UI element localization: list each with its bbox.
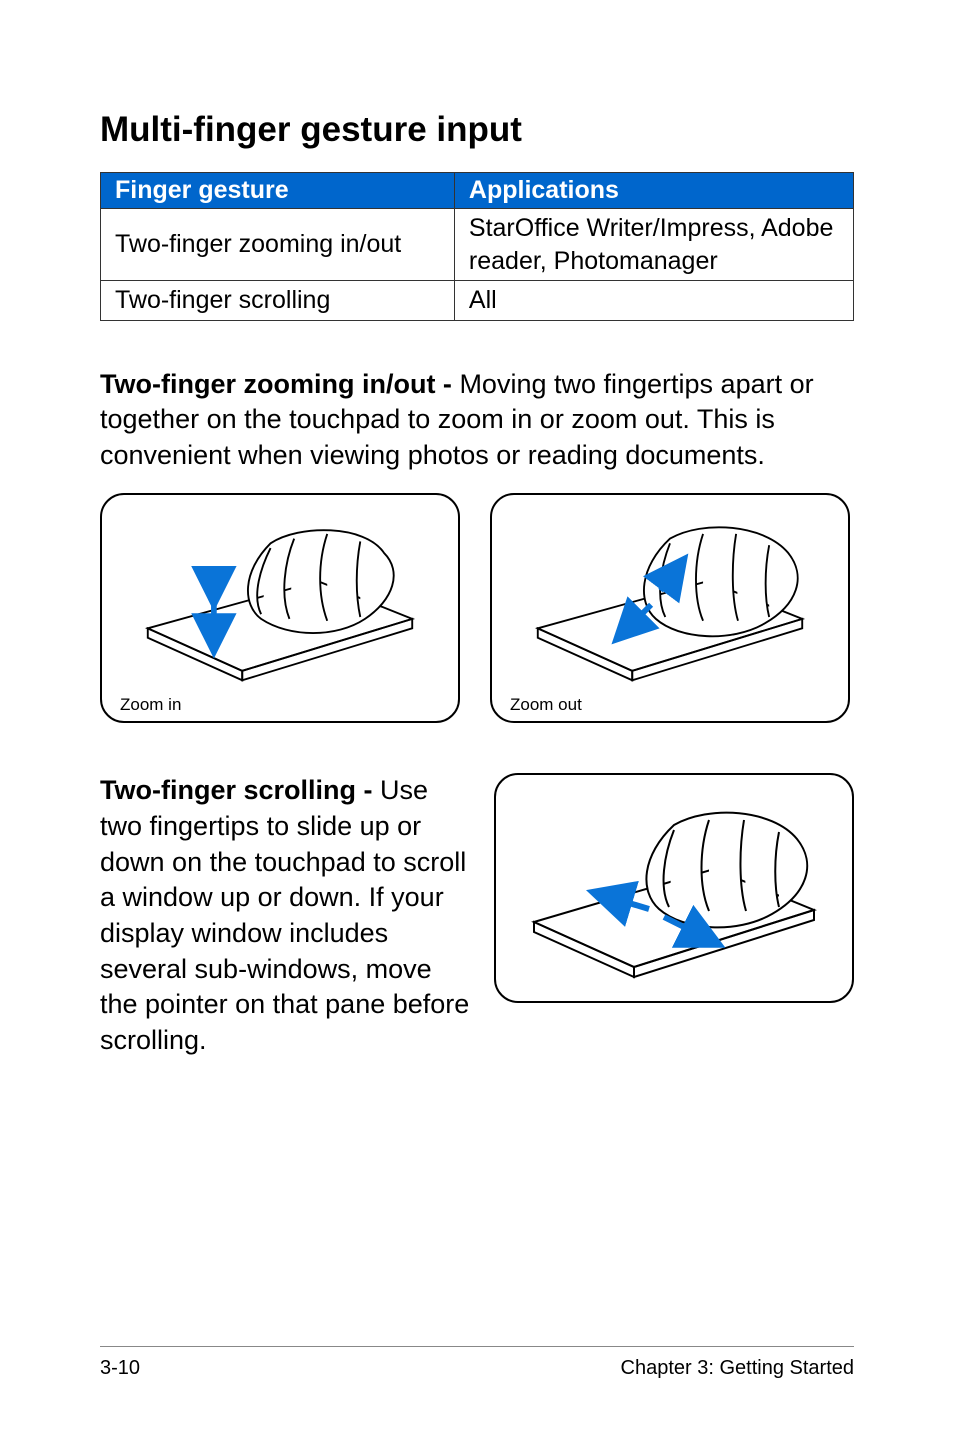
paragraph-scroll-body: Use two fingertips to slide up or down o… bbox=[100, 775, 469, 1054]
table-row: Two-finger scrolling All bbox=[101, 281, 854, 321]
gesture-table: Finger gesture Applications Two-finger z… bbox=[100, 172, 854, 321]
figure-scroll bbox=[494, 773, 854, 1003]
chapter-label: Chapter 3: Getting Started bbox=[621, 1357, 854, 1380]
page-footer: 3-10 Chapter 3: Getting Started bbox=[100, 1346, 854, 1380]
paragraph-zoom-title: Two-finger zooming in/out - bbox=[100, 369, 459, 399]
zoom-out-illustration bbox=[510, 509, 830, 691]
table-row: Two-finger zooming in/out StarOffice Wri… bbox=[101, 209, 854, 281]
page-number: 3-10 bbox=[100, 1357, 140, 1380]
table-header-gesture: Finger gesture bbox=[101, 173, 455, 209]
figure-caption: Zoom in bbox=[120, 695, 440, 715]
cell-apps: StarOffice Writer/Impress, Adobe reader,… bbox=[454, 209, 853, 281]
figure-zoom-out: Zoom out bbox=[490, 493, 850, 723]
paragraph-scroll-title: Two-finger scrolling - bbox=[100, 775, 380, 805]
cell-gesture: Two-finger scrolling bbox=[101, 281, 455, 321]
figure-caption: Zoom out bbox=[510, 695, 830, 715]
cell-gesture: Two-finger zooming in/out bbox=[101, 209, 455, 281]
section-heading: Multi-finger gesture input bbox=[100, 110, 854, 150]
scroll-illustration bbox=[514, 789, 834, 995]
figure-zoom-in: Zoom in bbox=[100, 493, 460, 723]
paragraph-zoom: Two-finger zooming in/out - Moving two f… bbox=[100, 367, 854, 474]
zoom-in-illustration bbox=[120, 509, 440, 691]
cell-apps: All bbox=[454, 281, 853, 321]
paragraph-scroll: Two-finger scrolling - Use two fingertip… bbox=[100, 773, 470, 1058]
table-header-apps: Applications bbox=[454, 173, 853, 209]
